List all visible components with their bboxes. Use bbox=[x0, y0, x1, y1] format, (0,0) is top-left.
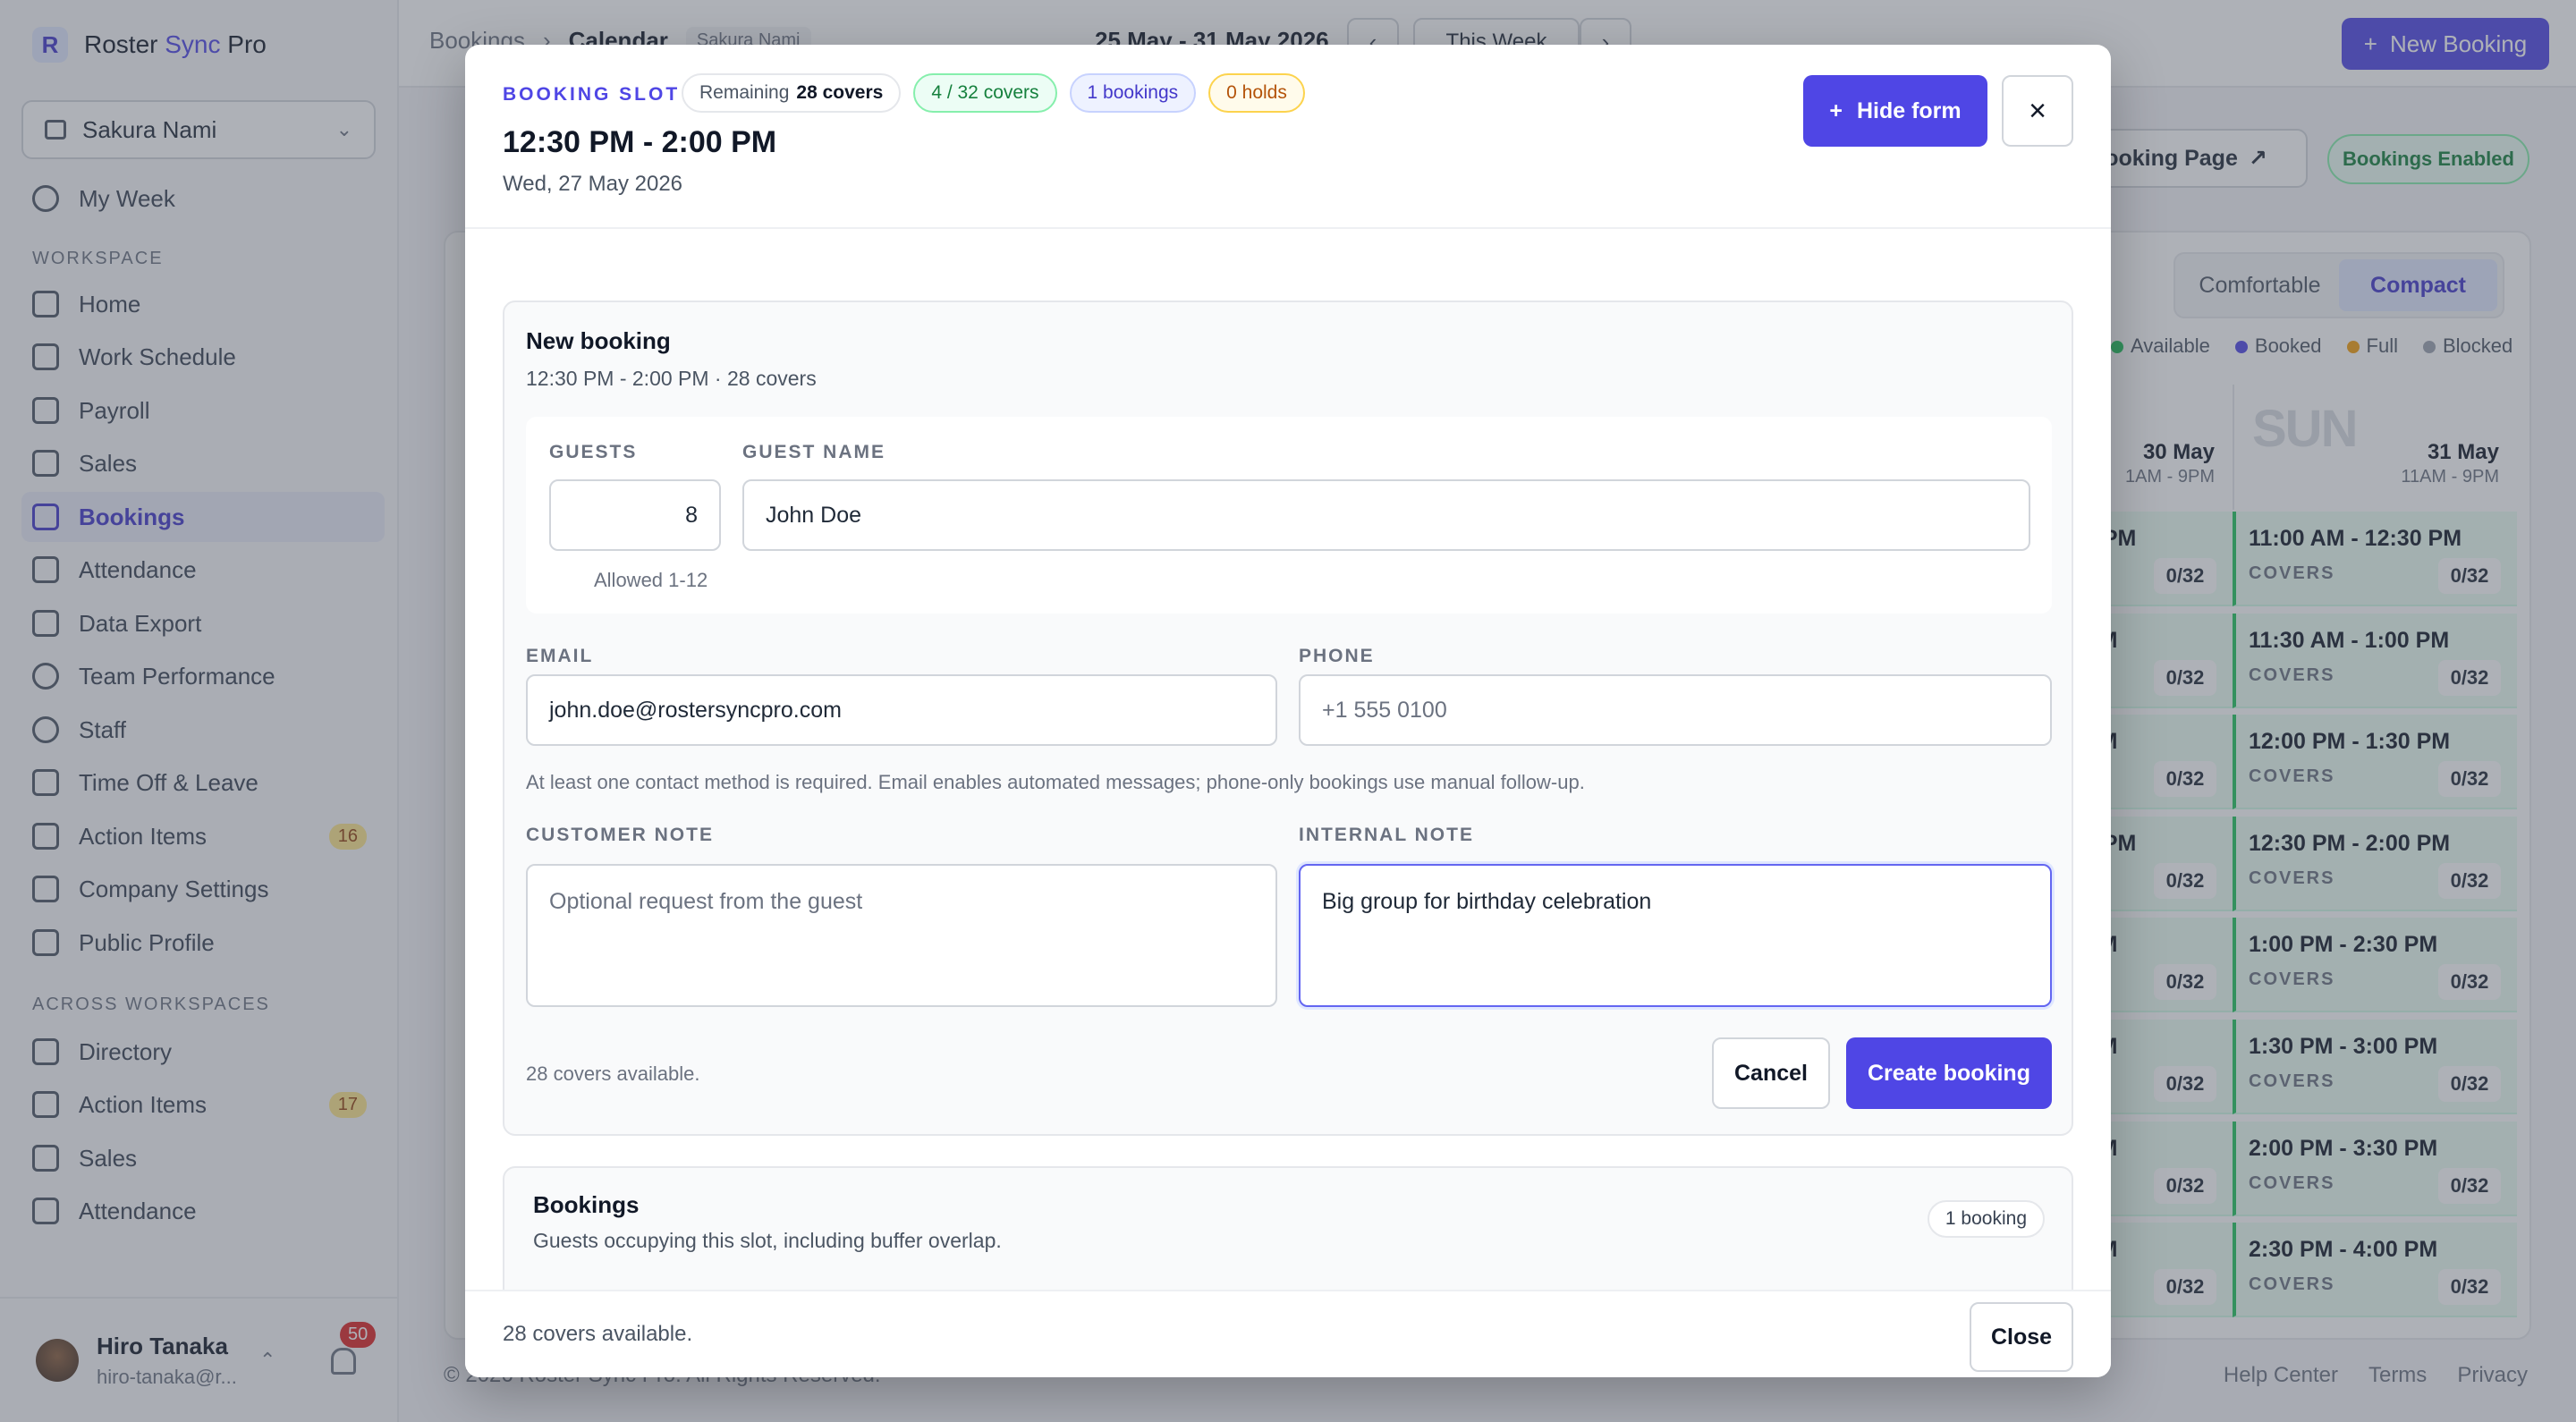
phone-label: PHONE bbox=[1299, 646, 1375, 666]
footer-availability: 28 covers available. bbox=[503, 1322, 693, 1346]
booking-slot-modal: BOOKING SLOT Remaining 28 covers 4 / 32 c… bbox=[465, 45, 2111, 1377]
guests-hint: Allowed 1-12 bbox=[594, 569, 708, 591]
cancel-button[interactable]: Cancel bbox=[1712, 1037, 1830, 1109]
customer-note-field[interactable]: Optional request from the guest bbox=[526, 864, 1277, 1007]
guests-label: GUESTS bbox=[549, 442, 638, 462]
create-booking-button[interactable]: Create booking bbox=[1846, 1037, 2052, 1109]
close-button[interactable]: Close bbox=[1970, 1302, 2073, 1372]
modal-title: 12:30 PM - 2:00 PM bbox=[503, 125, 777, 159]
contact-hint: At least one contact method is required.… bbox=[526, 771, 1585, 793]
new-booking-form: New booking 12:30 PM - 2:00 PM · 28 cove… bbox=[503, 300, 2073, 1136]
plus-icon: + bbox=[1829, 97, 1843, 123]
bookings-subtitle: Guests occupying this slot, including bu… bbox=[533, 1229, 1002, 1252]
bookings-section: Bookings Guests occupying this slot, inc… bbox=[503, 1166, 2073, 1290]
internal-note-field[interactable]: Big group for birthday celebration bbox=[1299, 864, 2052, 1007]
close-modal-button[interactable]: × bbox=[2002, 75, 2073, 147]
customer-note-label: CUSTOMER NOTE bbox=[526, 825, 714, 845]
bookings-chip: 1 bookings bbox=[1069, 73, 1197, 113]
form-title: New booking bbox=[526, 327, 671, 354]
slot-chips: Remaining 28 covers 4 / 32 covers 1 booki… bbox=[682, 73, 1305, 113]
form-availability: 28 covers available. bbox=[526, 1062, 700, 1085]
email-label: EMAIL bbox=[526, 646, 594, 666]
modal-eyebrow: BOOKING SLOT bbox=[503, 84, 681, 105]
email-field[interactable]: john.doe@rostersyncpro.com bbox=[526, 674, 1277, 746]
hide-form-button[interactable]: + Hide form bbox=[1803, 75, 1987, 147]
form-subtitle: 12:30 PM - 2:00 PM · 28 covers bbox=[526, 367, 817, 390]
bookings-title: Bookings bbox=[533, 1191, 640, 1218]
close-icon: × bbox=[2029, 93, 2046, 128]
app-root: R Roster Sync Pro Sakura Nami ⌄ My Week … bbox=[0, 0, 2576, 1422]
guest-name-input[interactable]: John Doe bbox=[742, 479, 2030, 551]
internal-note-label: INTERNAL NOTE bbox=[1299, 825, 1474, 845]
bookings-count-badge: 1 booking bbox=[1927, 1200, 2045, 1238]
modal-date: Wed, 27 May 2026 bbox=[503, 172, 683, 196]
guest-panel: GUESTS 8 Allowed 1-12 GUEST NAME John Do… bbox=[526, 417, 2052, 614]
holds-chip: 0 holds bbox=[1208, 73, 1305, 113]
modal-header: BOOKING SLOT Remaining 28 covers 4 / 32 c… bbox=[465, 45, 2111, 229]
covers-chip: 4 / 32 covers bbox=[913, 73, 1057, 113]
modal-body[interactable]: New booking 12:30 PM - 2:00 PM · 28 cove… bbox=[465, 229, 2111, 1290]
phone-field[interactable]: +1 555 0100 bbox=[1299, 674, 2052, 746]
guests-input[interactable]: 8 bbox=[549, 479, 721, 551]
guest-name-label: GUEST NAME bbox=[742, 442, 886, 462]
modal-footer: 28 covers available. Close bbox=[465, 1290, 2111, 1377]
remaining-chip: Remaining 28 covers bbox=[682, 73, 902, 113]
